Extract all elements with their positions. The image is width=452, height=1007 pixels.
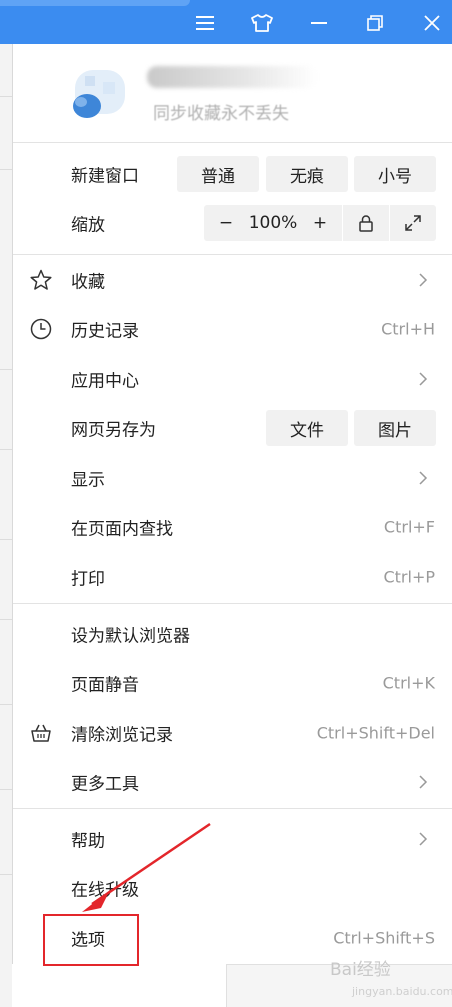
save-page-label: 网页另存为 xyxy=(71,420,156,441)
clear-history-shortcut: Ctrl+Shift+Del xyxy=(316,723,435,743)
default-browser-label: 设为默认浏览器 xyxy=(71,626,190,647)
zoom-level: 100% xyxy=(248,213,298,233)
menu-item-save-page: 网页另存为 文件 图片 xyxy=(13,404,452,452)
chevron-right-icon xyxy=(419,372,428,386)
chevron-right-icon xyxy=(419,273,428,287)
divider xyxy=(0,789,12,790)
chevron-right-icon xyxy=(419,775,428,789)
account-profile[interactable]: 同步收藏永不丢失 xyxy=(13,44,452,142)
favorites-label: 收藏 xyxy=(71,272,105,293)
menu-item-history[interactable]: 历史记录 Ctrl+H xyxy=(13,305,452,353)
divider xyxy=(0,539,12,540)
menu-item-app-center[interactable]: 应用中心 xyxy=(13,355,452,403)
menu-item-more-tools[interactable]: 更多工具 xyxy=(13,758,452,806)
mute-label: 页面静音 xyxy=(71,675,139,696)
zoom-in-button[interactable]: + xyxy=(298,205,342,241)
display-label: 显示 xyxy=(71,470,105,491)
app-center-label: 应用中心 xyxy=(71,371,139,392)
zoom-label: 缩放 xyxy=(71,215,105,236)
menu-icon[interactable] xyxy=(188,6,222,40)
save-as-file-button[interactable]: 文件 xyxy=(266,410,348,446)
background-page xyxy=(0,44,12,1007)
close-icon[interactable] xyxy=(415,6,449,40)
tab-strip xyxy=(0,0,190,6)
profile-subtitle: 同步收藏永不丢失 xyxy=(153,104,289,124)
print-label: 打印 xyxy=(71,569,105,590)
watermark-url: jingyan.baidu.com xyxy=(352,985,452,998)
divider xyxy=(0,619,12,620)
divider xyxy=(0,169,12,170)
divider xyxy=(13,808,452,809)
history-shortcut: Ctrl+H xyxy=(381,319,435,339)
menu-item-clear-history[interactable]: 清除浏览记录 Ctrl+Shift+Del xyxy=(13,709,452,757)
mute-shortcut: Ctrl+K xyxy=(382,673,435,693)
new-window-row: 新建窗口 普通 无痕 小号 xyxy=(13,150,452,198)
print-shortcut: Ctrl+P xyxy=(383,567,435,587)
find-shortcut: Ctrl+F xyxy=(383,517,435,537)
new-window-incognito-button[interactable]: 无痕 xyxy=(266,156,348,192)
clock-icon xyxy=(29,317,53,341)
divider xyxy=(13,142,452,143)
menu-item-find[interactable]: 在页面内查找 Ctrl+F xyxy=(13,503,452,551)
options-shortcut: Ctrl+Shift+S xyxy=(333,928,435,948)
divider xyxy=(0,874,12,875)
save-as-image-button[interactable]: 图片 xyxy=(354,410,436,446)
new-window-label: 新建窗口 xyxy=(71,166,139,187)
history-label: 历史记录 xyxy=(71,321,139,342)
minimize-icon[interactable] xyxy=(302,6,336,40)
divider xyxy=(0,449,12,450)
annotation-highlight-box xyxy=(43,914,139,966)
zoom-controls: − 100% + xyxy=(204,205,436,241)
menu-item-print[interactable]: 打印 Ctrl+P xyxy=(13,553,452,601)
new-window-small-button[interactable]: 小号 xyxy=(354,156,436,192)
menu-item-favorites[interactable]: 收藏 xyxy=(13,256,452,304)
divider xyxy=(0,96,12,97)
menu-item-display[interactable]: 显示 xyxy=(13,454,452,502)
lock-icon[interactable] xyxy=(343,205,389,241)
menu-item-default-browser[interactable]: 设为默认浏览器 xyxy=(13,610,452,658)
clear-history-label: 清除浏览记录 xyxy=(71,725,173,746)
chevron-right-icon xyxy=(419,832,428,846)
skin-shirt-icon[interactable] xyxy=(245,6,279,40)
divider xyxy=(0,369,12,370)
zoom-out-button[interactable]: − xyxy=(204,205,248,241)
chevron-right-icon xyxy=(419,471,428,485)
star-icon xyxy=(29,268,53,292)
fullscreen-icon[interactable] xyxy=(390,205,436,241)
profile-name-blurred xyxy=(147,66,317,88)
more-tools-label: 更多工具 xyxy=(71,774,139,795)
broom-basket-icon xyxy=(29,721,53,745)
annotation-arrow-icon xyxy=(82,822,211,912)
watermark: Bai经验 xyxy=(330,960,391,980)
divider xyxy=(0,704,12,705)
find-label: 在页面内查找 xyxy=(71,519,173,540)
title-bar xyxy=(0,0,452,44)
zoom-row: 缩放 − 100% + xyxy=(13,199,452,247)
restore-icon[interactable] xyxy=(358,6,392,40)
menu-item-mute[interactable]: 页面静音 Ctrl+K xyxy=(13,659,452,707)
divider xyxy=(13,254,452,255)
new-window-normal-button[interactable]: 普通 xyxy=(177,156,259,192)
divider xyxy=(13,603,452,604)
avatar xyxy=(73,70,125,118)
